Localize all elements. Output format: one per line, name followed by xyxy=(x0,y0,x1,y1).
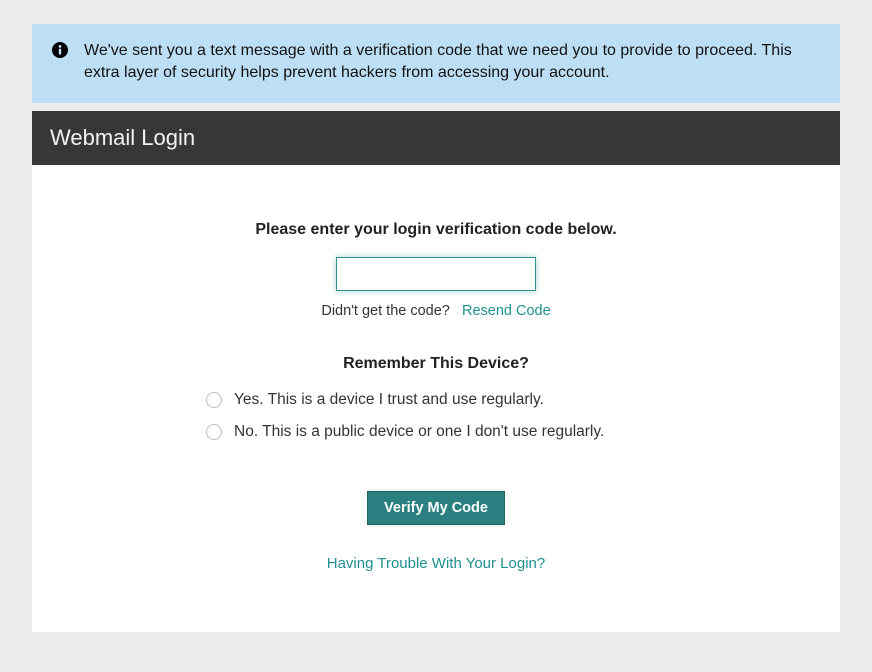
verification-section: Please enter your login verification cod… xyxy=(72,221,800,319)
login-panel: Webmail Login Please enter your login ve… xyxy=(32,111,840,632)
info-alert: We've sent you a text message with a ver… xyxy=(32,24,840,103)
verification-code-input[interactable] xyxy=(336,257,536,291)
remember-device-options: Yes. This is a device I trust and use re… xyxy=(206,391,666,441)
info-alert-text: We've sent you a text message with a ver… xyxy=(84,40,820,85)
login-trouble-link[interactable]: Having Trouble With Your Login? xyxy=(327,555,545,572)
page-root: We've sent you a text message with a ver… xyxy=(0,0,872,672)
remember-device-section: Remember This Device? Yes. This is a dev… xyxy=(72,355,800,441)
radio-icon xyxy=(206,392,222,408)
remember-option-yes[interactable]: Yes. This is a device I trust and use re… xyxy=(206,391,666,409)
remember-option-yes-label: Yes. This is a device I trust and use re… xyxy=(234,391,544,409)
remember-option-no-label: No. This is a public device or one I don… xyxy=(234,423,604,441)
remember-option-no[interactable]: No. This is a public device or one I don… xyxy=(206,423,666,441)
info-icon xyxy=(52,42,68,63)
radio-icon xyxy=(206,424,222,440)
verify-code-button[interactable]: Verify My Code xyxy=(367,491,505,525)
resend-row: Didn't get the code? Resend Code xyxy=(72,303,800,319)
resend-code-link[interactable]: Resend Code xyxy=(462,303,551,319)
page-title: Webmail Login xyxy=(32,111,840,165)
panel-body: Please enter your login verification cod… xyxy=(32,165,840,632)
didnt-get-code-text: Didn't get the code? xyxy=(321,303,450,319)
verification-prompt: Please enter your login verification cod… xyxy=(72,221,800,239)
remember-device-heading: Remember This Device? xyxy=(72,355,800,373)
actions-section: Verify My Code Having Trouble With Your … xyxy=(72,455,800,572)
